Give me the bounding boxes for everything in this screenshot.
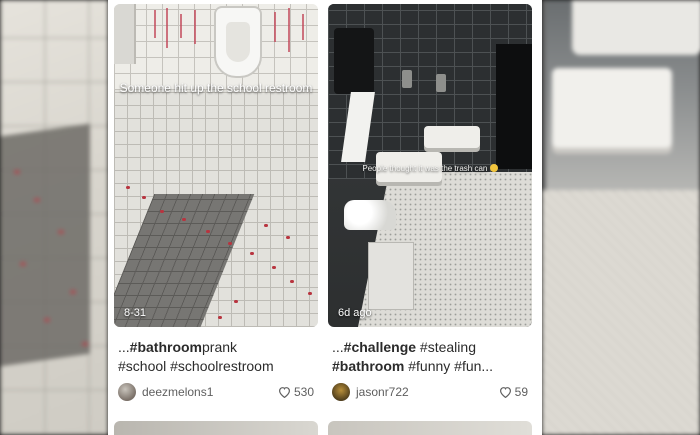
hashtag-link[interactable]: #funny #fun... bbox=[404, 358, 493, 374]
blurred-background-left bbox=[0, 0, 108, 435]
next-video-thumbnail[interactable] bbox=[328, 421, 532, 435]
author-link[interactable]: deezmelons1 bbox=[118, 383, 213, 401]
video-meta: deezmelons1 530 bbox=[114, 382, 314, 402]
smiley-emoji-icon bbox=[489, 164, 498, 172]
video-date: 8-31 bbox=[124, 307, 147, 319]
description-ellipsis: ... bbox=[118, 339, 130, 355]
video-card[interactable]: People thought it was the trash can 6d a… bbox=[328, 4, 532, 402]
video-date: 6d ago bbox=[338, 307, 372, 319]
video-thumbnail[interactable]: People thought it was the trash can 6d a… bbox=[328, 4, 532, 327]
next-video-thumbnail[interactable] bbox=[114, 421, 318, 435]
video-overlay-text: Someone hit up the school restroom bbox=[119, 81, 313, 95]
avatar[interactable] bbox=[332, 383, 350, 401]
video-card[interactable]: Someone hit up the school restroom 8-31 … bbox=[114, 4, 318, 402]
trash-bin-image bbox=[368, 242, 414, 310]
hashtag-line[interactable]: #school #schoolrestroom bbox=[118, 357, 318, 376]
video-description[interactable]: ...#challenge #stealing #bathroom #funny… bbox=[328, 338, 532, 376]
video-thumbnail[interactable]: Someone hit up the school restroom 8-31 bbox=[114, 4, 318, 327]
hashtag-link[interactable]: #stealing bbox=[416, 339, 476, 355]
author-link[interactable]: jasonr722 bbox=[332, 383, 409, 401]
video-overlay-text: People thought it was the trash can bbox=[328, 164, 532, 174]
hashtag-link[interactable]: #challenge bbox=[344, 339, 416, 355]
like-count: 530 bbox=[278, 385, 314, 399]
like-count-value: 530 bbox=[293, 385, 314, 399]
sink-image bbox=[424, 126, 480, 148]
video-feed-panel[interactable]: Someone hit up the school restroom 8-31 … bbox=[108, 0, 542, 435]
hashtag-link[interactable]: #bathroom bbox=[130, 339, 202, 355]
hashtag-link[interactable]: #bathroom bbox=[332, 358, 404, 374]
description-text: prank bbox=[202, 339, 238, 355]
heart-icon bbox=[278, 386, 291, 398]
heart-icon bbox=[499, 386, 512, 398]
like-count-value: 59 bbox=[514, 385, 528, 399]
author-name[interactable]: jasonr722 bbox=[356, 385, 409, 399]
author-name[interactable]: deezmelons1 bbox=[142, 385, 213, 399]
video-description[interactable]: ...#bathroomprank #school #schoolrestroo… bbox=[114, 338, 318, 376]
urinal-image bbox=[214, 6, 262, 78]
like-count: 59 bbox=[499, 385, 528, 399]
video-meta: jasonr722 59 bbox=[328, 382, 528, 402]
description-ellipsis: ... bbox=[332, 339, 344, 355]
blurred-background-right bbox=[542, 0, 700, 435]
paper-towel-dispenser-image bbox=[334, 28, 374, 94]
avatar[interactable] bbox=[118, 383, 136, 401]
